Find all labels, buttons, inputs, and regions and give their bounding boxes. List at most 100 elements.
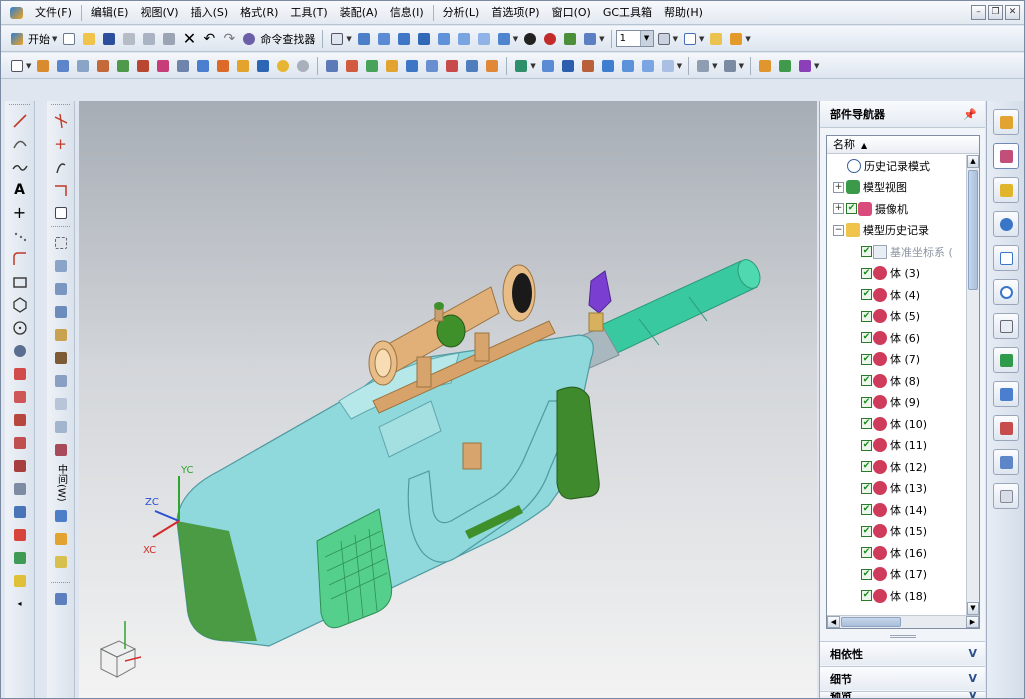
chevron-down-icon[interactable]: ▼	[513, 35, 518, 43]
pin-icon[interactable]: 📌	[963, 108, 977, 121]
law-extension-icon[interactable]	[51, 506, 71, 526]
datum-axis-icon[interactable]	[539, 57, 557, 75]
tree-vertical-scrollbar[interactable]: ▲ ▼	[966, 155, 979, 615]
assembly-navigator-tab[interactable]	[992, 109, 1019, 135]
scroll-up-icon[interactable]: ▲	[967, 155, 979, 168]
paste-icon[interactable]	[160, 30, 178, 48]
chevron-down-icon[interactable]: ▼	[599, 35, 604, 43]
section-label[interactable]: 中间(W)	[53, 464, 69, 502]
checkmark-icon[interactable]: ✔	[861, 482, 872, 494]
rib-icon[interactable]	[114, 57, 132, 75]
extrude-icon[interactable]	[34, 57, 52, 75]
scroll-down-icon[interactable]: ▼	[967, 602, 979, 615]
extract-curve-icon[interactable]	[10, 571, 30, 591]
command-finder-icon[interactable]	[240, 30, 258, 48]
replace-face-icon[interactable]	[659, 57, 677, 75]
toolbar-grip[interactable]	[9, 104, 30, 108]
through-curves-icon[interactable]	[51, 279, 71, 299]
tree-row[interactable]: ✔ 体 (3)	[827, 263, 967, 285]
top-view-icon[interactable]	[435, 30, 453, 48]
chevron-down-icon[interactable]: ▼	[26, 62, 31, 70]
split-body-icon[interactable]	[443, 57, 461, 75]
menu-insert[interactable]: 插入(S)	[185, 1, 235, 25]
collapse-icon[interactable]: −	[833, 224, 844, 236]
slot-icon[interactable]	[174, 57, 192, 75]
trim-curve-icon[interactable]	[51, 111, 71, 131]
view-orientation-cube[interactable]	[99, 621, 142, 678]
render-style-icon[interactable]	[328, 30, 346, 48]
extract-icon[interactable]	[619, 57, 637, 75]
bridge-curve-icon[interactable]	[10, 410, 30, 430]
brush-icon[interactable]	[727, 30, 745, 48]
tree-row[interactable]: ✔ 基准坐标系 (	[827, 241, 967, 263]
tree-row[interactable]: 历史记录模式	[827, 155, 967, 177]
process-studio-tab[interactable]	[992, 313, 1019, 339]
ellipse-icon[interactable]	[10, 341, 30, 361]
thicken-icon[interactable]	[599, 57, 617, 75]
chevron-down-icon[interactable]: ▼	[673, 35, 678, 43]
boss-icon[interactable]	[94, 57, 112, 75]
redo-icon[interactable]: ↷	[220, 30, 238, 48]
tree-row[interactable]: ✔ 体 (17)	[827, 564, 967, 586]
scroll-thumb[interactable]	[968, 170, 978, 290]
isometric-view-icon[interactable]	[475, 30, 493, 48]
hole-icon[interactable]	[74, 57, 92, 75]
fillet-curve-icon[interactable]	[10, 249, 30, 269]
scroll-thumb[interactable]	[841, 617, 901, 627]
manufacturing-wizard-tab[interactable]	[992, 347, 1019, 373]
arc-icon[interactable]	[10, 134, 30, 154]
revolve-icon[interactable]	[54, 57, 72, 75]
offset-face-icon[interactable]	[403, 57, 421, 75]
name-column-header[interactable]: 名称 ▲	[827, 136, 979, 154]
menu-tools[interactable]: 工具(T)	[284, 1, 333, 25]
menu-view[interactable]: 视图(V)	[134, 1, 184, 25]
pocket-icon[interactable]	[134, 57, 152, 75]
restore-button[interactable]: ❐	[988, 5, 1003, 20]
menu-format[interactable]: 格式(R)	[234, 1, 284, 25]
work-layer-icon[interactable]	[681, 30, 699, 48]
more-curves-icon[interactable]: ◂	[10, 594, 30, 614]
shaded-cube-icon[interactable]	[395, 30, 413, 48]
chevron-down-icon[interactable]: V	[968, 692, 977, 698]
trim-body-icon[interactable]	[423, 57, 441, 75]
menu-assemblies[interactable]: 装配(A)	[334, 1, 384, 25]
layer-visible-icon[interactable]	[707, 30, 725, 48]
checkmark-icon[interactable]: ✔	[861, 267, 872, 279]
chevron-down-icon[interactable]: ▼	[677, 62, 682, 70]
bounded-plane-icon[interactable]	[51, 394, 71, 414]
chevron-down-icon[interactable]: ▼	[814, 62, 819, 70]
rifle-model-render[interactable]: YC ZC XC	[79, 101, 817, 698]
snap-icon[interactable]	[581, 30, 599, 48]
project-curve-icon[interactable]	[10, 387, 30, 407]
divide-curve-icon[interactable]: +	[51, 134, 71, 154]
sketch-icon[interactable]	[8, 57, 26, 75]
checkmark-icon[interactable]: ✔	[861, 353, 872, 365]
point-icon[interactable]: +	[10, 203, 30, 223]
sketch-constraint-icon[interactable]	[51, 233, 71, 253]
cut-icon[interactable]	[120, 30, 138, 48]
tree-row[interactable]: ✔ 体 (5)	[827, 306, 967, 328]
palettes-tab[interactable]	[992, 449, 1019, 475]
chevron-down-icon[interactable]: ▼	[739, 62, 744, 70]
n-sided-surface-icon[interactable]	[51, 371, 71, 391]
tree-row[interactable]: ✔ 体 (11)	[827, 435, 967, 457]
edge-blend-icon[interactable]	[323, 57, 341, 75]
intersect-curve-icon[interactable]	[10, 456, 30, 476]
tree-row[interactable]: ✔ 体 (18)	[827, 585, 967, 607]
checkmark-icon[interactable]: ✔	[861, 289, 872, 301]
draft-icon[interactable]	[383, 57, 401, 75]
panel-splitter[interactable]	[890, 635, 916, 638]
toolbar-grip[interactable]	[51, 581, 70, 586]
trimetric-view-icon[interactable]	[495, 30, 513, 48]
pattern-icon[interactable]	[463, 57, 481, 75]
chevron-down-icon[interactable]: V	[968, 672, 977, 685]
roles-tab[interactable]	[992, 381, 1019, 407]
open-folder-icon[interactable]	[80, 30, 98, 48]
tree-row[interactable]: + ✔ 摄像机	[827, 198, 967, 220]
mirror-icon[interactable]	[483, 57, 501, 75]
checkmark-icon[interactable]: ✔	[861, 504, 872, 516]
circle-icon[interactable]	[10, 318, 30, 338]
tree-row[interactable]: ✔ 体 (14)	[827, 499, 967, 521]
section-curve-icon[interactable]	[10, 479, 30, 499]
copy-icon[interactable]	[140, 30, 158, 48]
